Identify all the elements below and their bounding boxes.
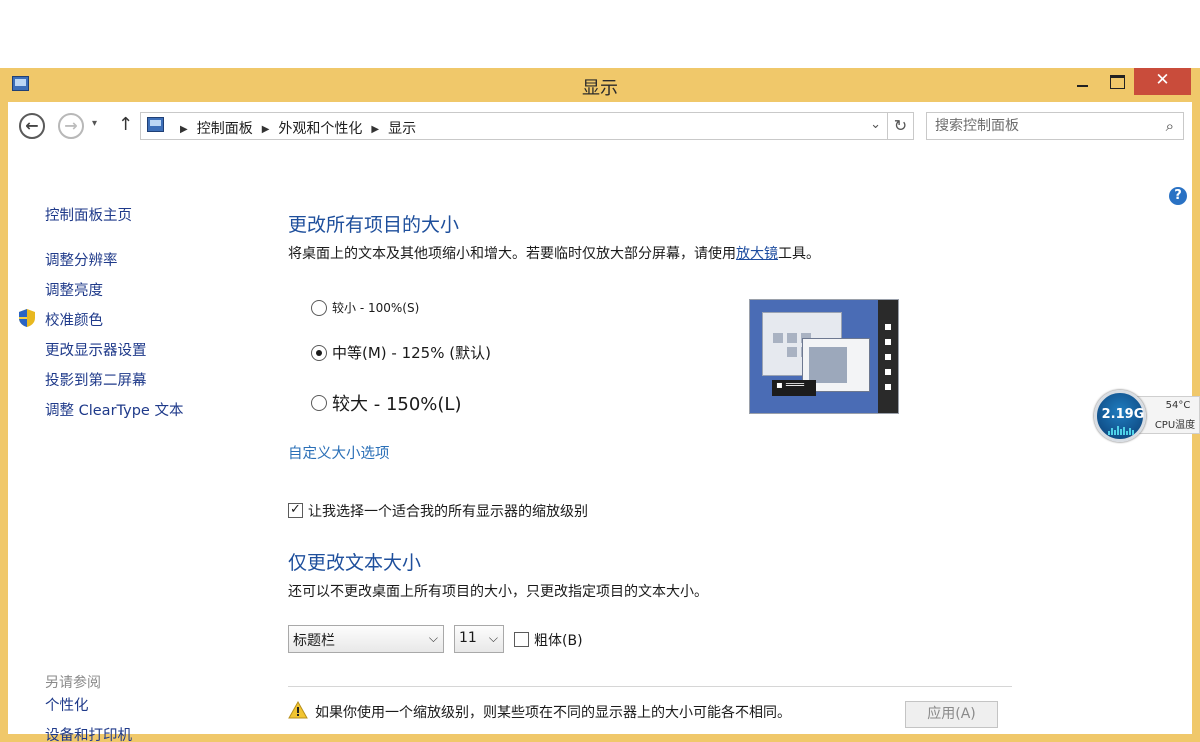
preview-dot <box>885 369 891 375</box>
size-heading: 更改所有项目的大小 <box>288 214 460 236</box>
search-box[interactable]: ⌕ <box>926 112 1184 140</box>
sidebar-item-calibrate-color[interactable]: 校准颜色 <box>45 309 103 330</box>
refresh-button[interactable]: ↻ <box>888 112 914 140</box>
item-select[interactable]: 标题栏 ⌵ <box>288 625 444 653</box>
breadcrumb-item[interactable]: 显示 <box>388 121 416 137</box>
sidebar-item-project[interactable]: 投影到第二屏幕 <box>45 369 147 390</box>
sidebar-item-devices-printers[interactable]: 设备和打印机 <box>45 724 132 742</box>
back-arrow-icon: ← <box>25 116 39 135</box>
cpu-bar <box>1132 430 1134 435</box>
scale-level-checkbox[interactable]: ✓ <box>288 503 303 518</box>
sidebar-item-display-settings[interactable]: 更改显示器设置 <box>45 339 147 360</box>
breadcrumb-separator-icon[interactable]: ▶ <box>371 124 379 135</box>
size-description: 将桌面上的文本及其他项缩小和增大。若要临时仅放大部分屏幕，请使用放大镜工具。 <box>288 243 820 263</box>
chevron-down-icon: ⌵ <box>428 631 438 645</box>
preview-tile <box>787 333 797 343</box>
minimize-button[interactable] <box>1066 68 1100 94</box>
preview-window-content <box>809 347 847 383</box>
see-also-heading: 另请参阅 <box>45 675 101 691</box>
radio-smaller-label[interactable]: 较小 - 100%(S) <box>332 299 419 316</box>
cpu-bar <box>1123 427 1125 435</box>
cpu-temperature-label: CPU温度 <box>1154 420 1196 431</box>
recent-locations-dropdown[interactable]: ▾ <box>92 118 97 129</box>
forward-button[interactable]: → <box>58 113 84 139</box>
font-size-select-value: 11 <box>459 630 477 646</box>
cpu-bar <box>1114 430 1116 435</box>
text-size-description: 还可以不更改桌面上所有项目的大小，只更改指定项目的文本大小。 <box>288 584 708 600</box>
scale-level-label[interactable]: 让我选择一个适合我的所有显示器的缩放级别 <box>308 501 588 521</box>
sidebar-item-personalization[interactable]: 个性化 <box>45 694 89 715</box>
help-icon[interactable]: ? <box>1169 187 1187 205</box>
radio-smaller[interactable] <box>311 300 327 316</box>
background-page-strip <box>0 0 1200 68</box>
magnifier-link[interactable]: 放大镜 <box>736 246 778 262</box>
window-client-area: ← → ▾ ↑ ▶ 控制面板 ▶ 外观和个性化 ▶ 显示 ⌄ ↻ ⌕ ? 控制面板主页 调… <box>8 102 1192 742</box>
bold-checkbox[interactable] <box>514 632 529 647</box>
refresh-icon: ↻ <box>893 116 908 135</box>
text-size-heading: 仅更改文本大小 <box>288 552 422 574</box>
preview-dot <box>885 384 891 390</box>
cpu-gauge: 2.19G <box>1094 390 1146 442</box>
up-arrow-button[interactable]: ↑ <box>118 114 133 135</box>
preview-tile <box>773 333 783 343</box>
bold-checkbox-label[interactable]: 粗体(B) <box>534 630 583 650</box>
sidebar-item-brightness[interactable]: 调整亮度 <box>45 279 103 300</box>
warning-icon <box>288 701 308 719</box>
control-panel-icon <box>147 117 164 132</box>
cpu-monitor-widget[interactable]: 54°C CPU温度 2.19G <box>1094 390 1200 442</box>
display-window: 显示 ✕ ← → ▾ ↑ ▶ 控制面板 ▶ 外观和个性化 ▶ 显示 ⌄ ↻ ⌕ ? <box>0 68 1200 742</box>
window-title: 显示 <box>582 78 618 99</box>
cpu-bar <box>1120 429 1122 435</box>
shield-icon <box>19 309 35 327</box>
preview-taskbar-label <box>772 380 816 396</box>
size-description-text: 将桌面上的文本及其他项缩小和增大。若要临时仅放大部分屏幕，请使用 <box>288 246 736 262</box>
search-icon[interactable]: ⌕ <box>1166 117 1174 135</box>
close-icon: ✕ <box>1155 70 1170 90</box>
cpu-temperature: 54°C <box>1165 400 1191 411</box>
address-bar[interactable]: ▶ 控制面板 ▶ 外观和个性化 ▶ 显示 ⌄ <box>140 112 888 140</box>
cpu-bar <box>1126 431 1128 435</box>
warning-text: 如果你使用一个缩放级别，则某些项在不同的显示器上的大小可能各不相同。 <box>315 705 791 721</box>
preview-dot <box>885 324 891 330</box>
cpu-bar <box>1111 428 1113 435</box>
chevron-down-icon: ⌵ <box>488 631 498 645</box>
title-bar[interactable]: 显示 ✕ <box>0 68 1200 102</box>
back-button[interactable]: ← <box>19 113 45 139</box>
breadcrumb: ▶ 控制面板 ▶ 外观和个性化 ▶ 显示 <box>171 118 416 138</box>
cpu-activity-graph <box>1108 425 1138 435</box>
radio-medium-label[interactable]: 中等(M) - 125% (默认) <box>332 342 491 363</box>
breadcrumb-item[interactable]: 控制面板 <box>197 121 253 137</box>
cpu-bar <box>1117 426 1119 435</box>
sidebar-item-home[interactable]: 控制面板主页 <box>45 204 132 225</box>
breadcrumb-separator-icon[interactable]: ▶ <box>262 124 270 135</box>
custom-size-link[interactable]: 自定义大小选项 <box>288 442 390 463</box>
item-select-value: 标题栏 <box>293 633 335 649</box>
radio-larger[interactable] <box>311 395 327 411</box>
chevron-down-icon[interactable]: ⌄ <box>870 117 881 132</box>
cpu-bar <box>1108 431 1110 435</box>
sidebar-item-resolution[interactable]: 调整分辨率 <box>45 249 118 270</box>
radio-medium[interactable] <box>311 345 327 361</box>
preview-dot <box>885 354 891 360</box>
font-size-select[interactable]: 11 ⌵ <box>454 625 504 653</box>
forward-arrow-icon: → <box>64 116 78 135</box>
sidebar-item-cleartype[interactable]: 调整 ClearType 文本 <box>45 399 183 420</box>
preview-dot <box>885 339 891 345</box>
cpu-bar <box>1129 428 1131 435</box>
apply-button[interactable]: 应用(A) <box>905 701 998 728</box>
size-description-tail: 工具。 <box>778 246 820 262</box>
cpu-frequency: 2.19G <box>1101 407 1145 422</box>
breadcrumb-separator-icon: ▶ <box>180 124 188 135</box>
search-input[interactable] <box>935 116 1145 136</box>
preview-side-bar <box>878 300 898 413</box>
radio-larger-label[interactable]: 较大 - 150%(L) <box>332 390 461 416</box>
divider <box>288 686 1012 687</box>
preview-tile <box>787 347 797 357</box>
breadcrumb-item[interactable]: 外观和个性化 <box>278 121 362 137</box>
maximize-button[interactable] <box>1100 68 1134 94</box>
close-button[interactable]: ✕ <box>1134 68 1191 95</box>
navigation-bar: ← → ▾ ↑ ▶ 控制面板 ▶ 外观和个性化 ▶ 显示 ⌄ ↻ ⌕ <box>8 102 1192 148</box>
scaling-preview-image <box>749 299 899 414</box>
